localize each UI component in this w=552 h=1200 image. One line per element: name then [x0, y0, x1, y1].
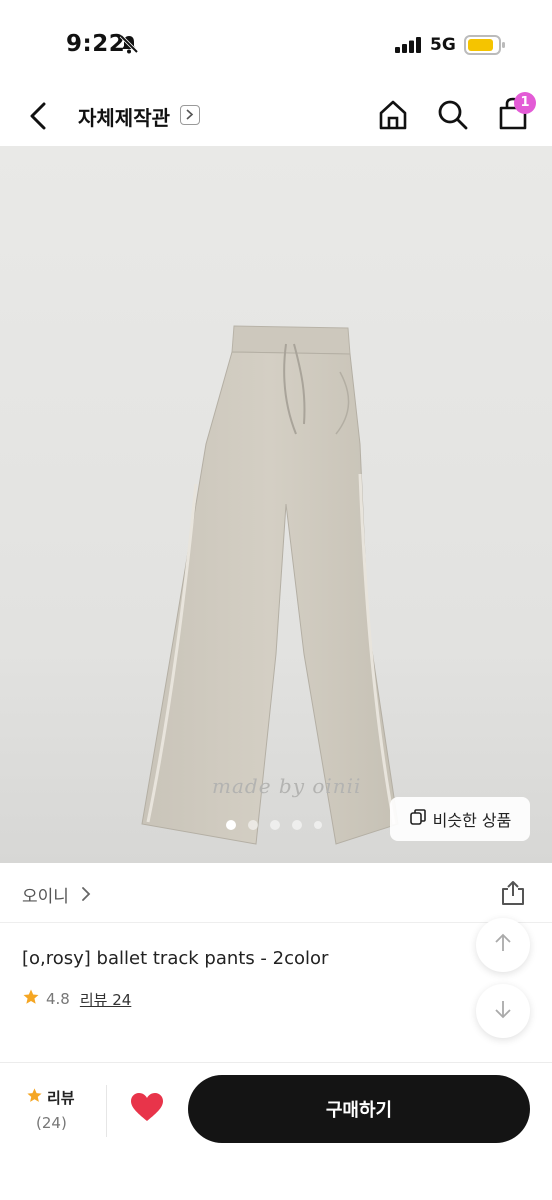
cart-count-badge: 1: [514, 92, 536, 114]
carousel-pagination: [226, 820, 322, 830]
scroll-up-button[interactable]: [476, 918, 530, 972]
carousel-dot[interactable]: [314, 821, 322, 829]
brand-row: 오이니: [0, 863, 552, 923]
brand-name[interactable]: 오이니: [22, 882, 69, 907]
buy-button[interactable]: 구매하기: [188, 1075, 530, 1143]
rating-score: 4.8: [46, 990, 70, 1008]
carousel-dot[interactable]: [292, 820, 302, 830]
review-link[interactable]: 리뷰 24: [80, 989, 131, 1010]
chevron-right-icon[interactable]: [80, 885, 92, 907]
heart-icon[interactable]: [130, 1092, 164, 1126]
copy-icon: [409, 808, 427, 830]
bottom-action-bar: 리뷰 (24) 구매하기: [0, 1062, 552, 1200]
chevron-right-icon[interactable]: [180, 105, 200, 125]
review-summary[interactable]: 리뷰 (24): [26, 1087, 96, 1132]
battery-icon: [464, 35, 506, 59]
signal-icon: [395, 37, 423, 57]
star-icon: [26, 1087, 43, 1108]
product-title: [o,rosy] ballet track pants - 2color: [22, 948, 329, 969]
top-nav: 자체제작관 1: [0, 88, 552, 146]
arrow-up-icon: [492, 932, 514, 958]
back-icon[interactable]: [22, 98, 58, 134]
network-type: 5G: [430, 35, 456, 55]
star-icon: [22, 988, 40, 1010]
search-icon[interactable]: [436, 98, 470, 136]
status-bar: 9:22 5G: [0, 0, 552, 88]
product-image-carousel[interactable]: made by oinii 비슷한 상품: [0, 146, 552, 863]
page-title[interactable]: 자체제작관: [78, 102, 170, 131]
carousel-dot[interactable]: [226, 820, 236, 830]
carousel-dot[interactable]: [248, 820, 258, 830]
carousel-dot[interactable]: [270, 820, 280, 830]
divider: [106, 1085, 107, 1137]
arrow-down-icon: [492, 998, 514, 1024]
scroll-down-button[interactable]: [476, 984, 530, 1038]
status-time: 9:22: [66, 31, 126, 57]
similar-products-button[interactable]: 비슷한 상품: [390, 797, 530, 841]
review-label: 리뷰: [47, 1089, 75, 1107]
home-icon[interactable]: [376, 98, 410, 136]
review-count: (24): [36, 1114, 67, 1132]
share-icon[interactable]: [500, 879, 526, 911]
image-watermark: made by oinii: [212, 774, 362, 798]
product-rating: 4.8 리뷰 24: [22, 988, 131, 1010]
similar-products-label: 비슷한 상품: [432, 811, 512, 830]
bell-slash-icon: [118, 33, 140, 59]
